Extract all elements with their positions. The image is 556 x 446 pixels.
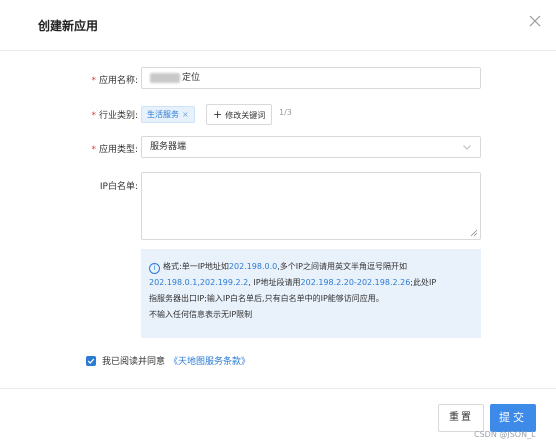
app-name-value: 定位 — [182, 73, 201, 83]
required-mark: * — [91, 111, 96, 121]
hint-text: ,多个IP之间请用英文半角逗号隔开如 — [277, 262, 407, 271]
app-name-input[interactable]: 定位 — [141, 67, 481, 89]
app-type-select[interactable]: 服务器端 — [141, 136, 481, 158]
hint-ip-example: 202.198.0.0 — [228, 262, 278, 271]
app-type-label-text: 应用类型: — [98, 145, 138, 155]
plus-icon: + — [213, 108, 223, 121]
dialog-header: 创建新应用 — [0, 0, 556, 51]
ip-whitelist-textarea[interactable] — [141, 172, 481, 240]
app-name-label-text: 应用名称: — [98, 76, 138, 86]
ip-whitelist-label: IP白名单: — [99, 182, 138, 192]
keyword-count: 1/3 — [279, 108, 292, 117]
blurred-text — [150, 72, 180, 83]
required-mark: * — [91, 145, 96, 155]
hint-line-4: 不输入任何信息表示无IP限制 — [149, 310, 253, 319]
resize-handle-icon[interactable] — [470, 229, 478, 237]
edit-keywords-label: 修改关键词 — [225, 111, 266, 120]
submit-button[interactable]: 提交 — [490, 404, 536, 432]
industry-tag: 生活服务 × — [141, 106, 195, 123]
edit-keywords-button[interactable]: + 修改关键词 — [206, 104, 273, 125]
industry-label: * 行业类别: — [91, 108, 138, 121]
create-app-dialog: 创建新应用 * 应用名称: 定位 * 行业类别: 生活服务 × + 修改关键词 1/3 … — [0, 0, 556, 446]
app-name-label: * 应用名称: — [91, 73, 138, 86]
hint-text: ;此处IP — [410, 278, 437, 287]
app-type-label: * 应用类型: — [91, 142, 138, 155]
terms-link[interactable]: 《天地图服务条款》 — [169, 357, 250, 367]
hint-text: 格式:单一IP地址如 — [163, 262, 229, 271]
hint-ip-example: 202.198.0.1,202.199.2.2 — [149, 278, 249, 287]
hint-line-2: 202.198.0.1,202.199.2.2, IP地址段请用202.198.… — [149, 275, 473, 291]
tag-remove-icon[interactable]: × — [182, 110, 189, 119]
hint-line-3: 指服务器出口IP;输入IP白名单后,只有白名单中的IP能够访问应用。 — [149, 294, 384, 303]
hint-ip-range-example: 202.198.2.20-202.198.2.26 — [300, 278, 411, 287]
hint-line-1: i 格式:单一IP地址如202.198.0.0,多个IP之间请用英文半角逗号隔开如 — [149, 259, 473, 275]
watermark: CSDN @JSON_L — [474, 430, 536, 439]
footer-divider — [0, 388, 556, 389]
dialog-title: 创建新应用 — [38, 19, 99, 33]
ip-format-hint: i 格式:单一IP地址如202.198.0.0,多个IP之间请用英文半角逗号隔开如… — [141, 249, 481, 338]
check-icon — [87, 358, 95, 364]
industry-tag-label: 生活服务 — [147, 110, 179, 119]
reset-button[interactable]: 重置 — [438, 404, 484, 432]
industry-label-text: 行业类别: — [98, 111, 138, 121]
info-icon: i — [149, 263, 160, 274]
chevron-down-icon — [463, 145, 471, 150]
required-mark: * — [91, 76, 96, 86]
app-type-value: 服务器端 — [150, 142, 187, 152]
agreement-text: 我已阅读并同意 — [102, 357, 166, 367]
agreement-checkbox[interactable] — [86, 356, 96, 366]
close-icon[interactable] — [528, 14, 542, 28]
agreement-row: 我已阅读并同意 《天地图服务条款》 — [86, 354, 250, 367]
hint-text: , IP地址段请用 — [248, 278, 301, 287]
